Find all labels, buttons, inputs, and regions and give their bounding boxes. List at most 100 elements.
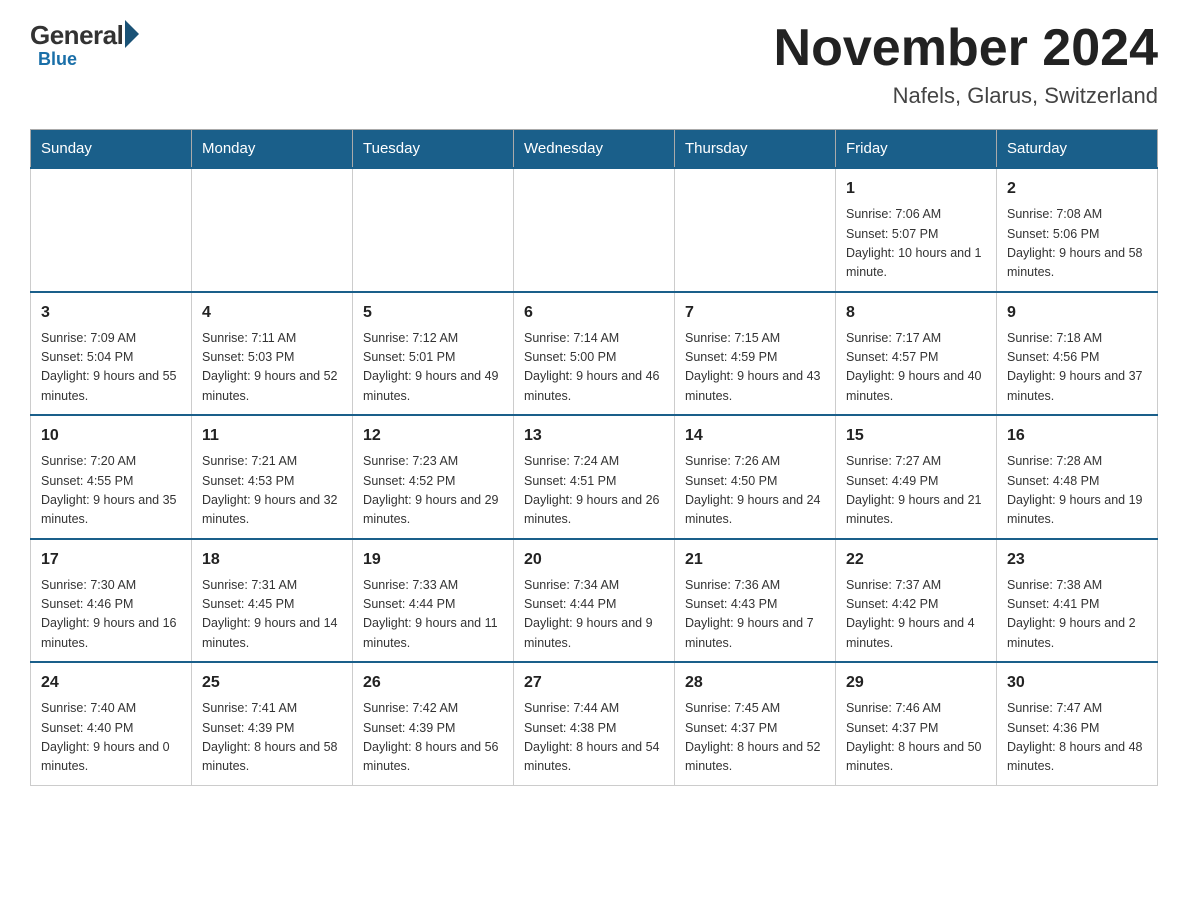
calendar-cell: 24 Sunrise: 7:40 AM Sunset: 4:40 PM Dayli… <box>31 662 192 785</box>
day-number: 8 <box>846 301 986 325</box>
day-info: Sunrise: 7:41 AM Sunset: 4:39 PM Dayligh… <box>202 699 342 777</box>
day-info: Sunrise: 7:09 AM Sunset: 5:04 PM Dayligh… <box>41 329 181 407</box>
calendar-header-wednesday: Wednesday <box>514 130 675 169</box>
day-info: Sunrise: 7:14 AM Sunset: 5:00 PM Dayligh… <box>524 329 664 407</box>
day-number: 6 <box>524 301 664 325</box>
day-info: Sunrise: 7:24 AM Sunset: 4:51 PM Dayligh… <box>524 452 664 530</box>
day-number: 26 <box>363 671 503 695</box>
day-info: Sunrise: 7:06 AM Sunset: 5:07 PM Dayligh… <box>846 205 986 283</box>
calendar-cell: 27 Sunrise: 7:44 AM Sunset: 4:38 PM Dayli… <box>514 662 675 785</box>
calendar-header-friday: Friday <box>836 130 997 169</box>
page-header: General Blue November 2024 Nafels, Glaru… <box>30 20 1158 109</box>
calendar-cell: 22Sunrise: 7:37 AM Sunset: 4:42 PM Dayli… <box>836 539 997 663</box>
calendar-cell: 12 Sunrise: 7:23 AM Sunset: 4:52 PM Dayli… <box>353 415 514 539</box>
calendar-cell: 16 Sunrise: 7:28 AM Sunset: 4:48 PM Dayli… <box>997 415 1158 539</box>
calendar-cell: 2Sunrise: 7:08 AM Sunset: 5:06 PM Daylig… <box>997 168 1158 292</box>
day-info: Sunrise: 7:33 AM Sunset: 4:44 PM Dayligh… <box>363 576 503 654</box>
day-info: Sunrise: 7:42 AM Sunset: 4:39 PM Dayligh… <box>363 699 503 777</box>
calendar-cell: 26 Sunrise: 7:42 AM Sunset: 4:39 PM Dayli… <box>353 662 514 785</box>
day-info: Sunrise: 7:15 AM Sunset: 4:59 PM Dayligh… <box>685 329 825 407</box>
day-info: Sunrise: 7:30 AM Sunset: 4:46 PM Dayligh… <box>41 576 181 654</box>
day-number: 10 <box>41 424 181 448</box>
calendar-week-row: 3 Sunrise: 7:09 AM Sunset: 5:04 PM Daylig… <box>31 292 1158 416</box>
calendar-cell: 6 Sunrise: 7:14 AM Sunset: 5:00 PM Daylig… <box>514 292 675 416</box>
day-number: 27 <box>524 671 664 695</box>
calendar-cell: 5Sunrise: 7:12 AM Sunset: 5:01 PM Daylig… <box>353 292 514 416</box>
calendar-cell: 7Sunrise: 7:15 AM Sunset: 4:59 PM Daylig… <box>675 292 836 416</box>
calendar-cell: 10 Sunrise: 7:20 AM Sunset: 4:55 PM Dayli… <box>31 415 192 539</box>
calendar-table: SundayMondayTuesdayWednesdayThursdayFrid… <box>30 129 1158 786</box>
calendar-week-row: 1 Sunrise: 7:06 AM Sunset: 5:07 PM Daylig… <box>31 168 1158 292</box>
title-section: November 2024 Nafels, Glarus, Switzerlan… <box>774 20 1158 109</box>
calendar-cell: 3 Sunrise: 7:09 AM Sunset: 5:04 PM Daylig… <box>31 292 192 416</box>
calendar-cell <box>353 168 514 292</box>
calendar-cell: 25 Sunrise: 7:41 AM Sunset: 4:39 PM Dayli… <box>192 662 353 785</box>
day-number: 30 <box>1007 671 1147 695</box>
day-info: Sunrise: 7:38 AM Sunset: 4:41 PM Dayligh… <box>1007 576 1147 654</box>
calendar-cell: 29Sunrise: 7:46 AM Sunset: 4:37 PM Dayli… <box>836 662 997 785</box>
day-info: Sunrise: 7:11 AM Sunset: 5:03 PM Dayligh… <box>202 329 342 407</box>
day-number: 22 <box>846 548 986 572</box>
day-number: 16 <box>1007 424 1147 448</box>
day-number: 23 <box>1007 548 1147 572</box>
logo-triangle-icon <box>125 20 139 48</box>
calendar-week-row: 10 Sunrise: 7:20 AM Sunset: 4:55 PM Dayli… <box>31 415 1158 539</box>
calendar-cell: 19 Sunrise: 7:33 AM Sunset: 4:44 PM Dayli… <box>353 539 514 663</box>
calendar-header-thursday: Thursday <box>675 130 836 169</box>
logo-general-text: General <box>30 20 123 51</box>
calendar-header-row: SundayMondayTuesdayWednesdayThursdayFrid… <box>31 130 1158 169</box>
day-info: Sunrise: 7:23 AM Sunset: 4:52 PM Dayligh… <box>363 452 503 530</box>
day-info: Sunrise: 7:47 AM Sunset: 4:36 PM Dayligh… <box>1007 699 1147 777</box>
day-number: 4 <box>202 301 342 325</box>
calendar-cell <box>675 168 836 292</box>
calendar-header-saturday: Saturday <box>997 130 1158 169</box>
day-info: Sunrise: 7:46 AM Sunset: 4:37 PM Dayligh… <box>846 699 986 777</box>
calendar-cell <box>192 168 353 292</box>
day-number: 17 <box>41 548 181 572</box>
calendar-week-row: 17 Sunrise: 7:30 AM Sunset: 4:46 PM Dayli… <box>31 539 1158 663</box>
calendar-cell: 4 Sunrise: 7:11 AM Sunset: 5:03 PM Daylig… <box>192 292 353 416</box>
location-title: Nafels, Glarus, Switzerland <box>774 83 1158 109</box>
calendar-cell: 18 Sunrise: 7:31 AM Sunset: 4:45 PM Dayli… <box>192 539 353 663</box>
day-number: 9 <box>1007 301 1147 325</box>
calendar-cell: 21Sunrise: 7:36 AM Sunset: 4:43 PM Dayli… <box>675 539 836 663</box>
calendar-cell: 11Sunrise: 7:21 AM Sunset: 4:53 PM Dayli… <box>192 415 353 539</box>
day-info: Sunrise: 7:20 AM Sunset: 4:55 PM Dayligh… <box>41 452 181 530</box>
day-number: 1 <box>846 177 986 201</box>
calendar-cell: 17 Sunrise: 7:30 AM Sunset: 4:46 PM Dayli… <box>31 539 192 663</box>
day-info: Sunrise: 7:31 AM Sunset: 4:45 PM Dayligh… <box>202 576 342 654</box>
calendar-cell: 30 Sunrise: 7:47 AM Sunset: 4:36 PM Dayli… <box>997 662 1158 785</box>
day-number: 5 <box>363 301 503 325</box>
day-number: 15 <box>846 424 986 448</box>
day-number: 24 <box>41 671 181 695</box>
day-number: 21 <box>685 548 825 572</box>
calendar-header-sunday: Sunday <box>31 130 192 169</box>
day-info: Sunrise: 7:45 AM Sunset: 4:37 PM Dayligh… <box>685 699 825 777</box>
day-number: 20 <box>524 548 664 572</box>
day-info: Sunrise: 7:21 AM Sunset: 4:53 PM Dayligh… <box>202 452 342 530</box>
day-number: 18 <box>202 548 342 572</box>
day-number: 14 <box>685 424 825 448</box>
day-info: Sunrise: 7:40 AM Sunset: 4:40 PM Dayligh… <box>41 699 181 777</box>
calendar-cell: 28 Sunrise: 7:45 AM Sunset: 4:37 PM Dayli… <box>675 662 836 785</box>
calendar-cell <box>31 168 192 292</box>
day-number: 3 <box>41 301 181 325</box>
calendar-cell: 14 Sunrise: 7:26 AM Sunset: 4:50 PM Dayli… <box>675 415 836 539</box>
calendar-week-row: 24 Sunrise: 7:40 AM Sunset: 4:40 PM Dayli… <box>31 662 1158 785</box>
day-info: Sunrise: 7:17 AM Sunset: 4:57 PM Dayligh… <box>846 329 986 407</box>
day-number: 25 <box>202 671 342 695</box>
calendar-header-monday: Monday <box>192 130 353 169</box>
day-info: Sunrise: 7:28 AM Sunset: 4:48 PM Dayligh… <box>1007 452 1147 530</box>
calendar-cell <box>514 168 675 292</box>
day-info: Sunrise: 7:34 AM Sunset: 4:44 PM Dayligh… <box>524 576 664 654</box>
calendar-header-tuesday: Tuesday <box>353 130 514 169</box>
calendar-cell: 1 Sunrise: 7:06 AM Sunset: 5:07 PM Daylig… <box>836 168 997 292</box>
day-info: Sunrise: 7:44 AM Sunset: 4:38 PM Dayligh… <box>524 699 664 777</box>
calendar-cell: 13Sunrise: 7:24 AM Sunset: 4:51 PM Dayli… <box>514 415 675 539</box>
day-number: 19 <box>363 548 503 572</box>
day-info: Sunrise: 7:08 AM Sunset: 5:06 PM Dayligh… <box>1007 205 1147 283</box>
day-number: 28 <box>685 671 825 695</box>
day-number: 12 <box>363 424 503 448</box>
logo-blue-text: Blue <box>38 49 77 70</box>
day-info: Sunrise: 7:26 AM Sunset: 4:50 PM Dayligh… <box>685 452 825 530</box>
